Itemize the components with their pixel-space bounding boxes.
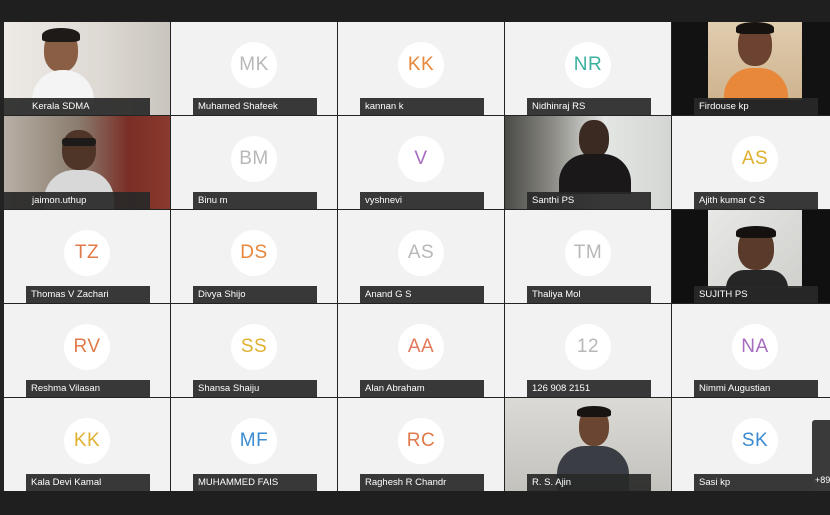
participant-tile[interactable]: KK Kala Devi Kamal	[4, 398, 170, 491]
participant-name: 126 908 2151	[527, 380, 651, 397]
participant-name: Ajith kumar C S	[694, 192, 818, 209]
initials-avatar: RV	[64, 323, 110, 370]
participant-name: R. S. Ajin	[527, 474, 651, 491]
initials-avatar: RC	[398, 417, 444, 464]
participant-name: jaimon.uthup	[4, 192, 150, 209]
person-figure	[32, 28, 94, 104]
participant-tile[interactable]: SS Shansa Shaiju	[171, 304, 337, 397]
participant-name: Thomas V Zachari	[26, 286, 150, 303]
participant-tile[interactable]: KK kannan k	[338, 22, 504, 115]
initials-avatar: AA	[398, 323, 444, 370]
participant-tile[interactable]: 12 126 908 2151	[505, 304, 671, 397]
participant-name: Binu m	[193, 192, 317, 209]
participant-tile[interactable]: AS Ajith kumar C S	[672, 116, 830, 209]
participant-tile[interactable]: NR Nidhinraj RS	[505, 22, 671, 115]
participant-tile[interactable]: V vyshnevi	[338, 116, 504, 209]
initials-avatar: TZ	[64, 229, 110, 276]
participant-name: Firdouse kp	[694, 98, 818, 115]
initials-avatar: V	[398, 135, 444, 182]
participant-tile[interactable]: MF MUHAMMED FAIS	[171, 398, 337, 491]
participant-tile[interactable]: R. S. Ajin	[505, 398, 671, 491]
participant-tile[interactable]: BM Binu m	[171, 116, 337, 209]
participant-tile[interactable]: MK Muhamed Shafeek	[171, 22, 337, 115]
participant-name: Shansa Shaiju	[193, 380, 317, 397]
participant-tile[interactable]: NA Nimmi Augustian	[672, 304, 830, 397]
participant-tile[interactable]: Kerala SDMA	[4, 22, 170, 115]
initials-avatar: MF	[231, 417, 277, 464]
initials-avatar: KK	[398, 41, 444, 88]
participant-name: Kerala SDMA	[4, 98, 150, 115]
initials-avatar: BM	[231, 135, 277, 182]
participant-grid: Kerala SDMA MK Muhamed Shafeek KK kannan…	[4, 22, 830, 491]
initials-avatar: 12	[565, 323, 611, 370]
participant-name: Nidhinraj RS	[527, 98, 651, 115]
participant-name: Raghesh R Chandr	[360, 474, 484, 491]
participant-name: Santhi PS	[527, 192, 651, 209]
initials-avatar: DS	[231, 229, 277, 276]
participant-tile[interactable]: AA Alan Abraham	[338, 304, 504, 397]
initials-avatar: AS	[398, 229, 444, 276]
top-bar	[0, 0, 830, 22]
person-figure	[726, 226, 788, 288]
participant-tile[interactable]: SUJITH PS	[672, 210, 830, 303]
participant-name: Thaliya Mol	[527, 286, 651, 303]
bottom-bar	[0, 491, 830, 515]
participant-tile[interactable]: AS Anand G S	[338, 210, 504, 303]
participant-tile[interactable]: DS Divya Shijo	[171, 210, 337, 303]
person-figure	[559, 120, 631, 194]
initials-avatar: NR	[565, 41, 611, 88]
participant-tile[interactable]: jaimon.uthup	[4, 116, 170, 209]
initials-avatar: NA	[732, 323, 778, 370]
participant-name: vyshnevi	[360, 192, 484, 209]
person-figure	[724, 22, 788, 100]
participant-name: Alan Abraham	[360, 380, 484, 397]
initials-avatar: AS	[732, 135, 778, 182]
participant-name: Divya Shijo	[193, 286, 317, 303]
participant-name: Kala Devi Kamal	[26, 474, 150, 491]
participant-name: Reshma Vilasan	[26, 380, 150, 397]
participant-name: kannan k	[360, 98, 484, 115]
more-participants-count: +89	[815, 475, 830, 485]
participant-tile[interactable]: RC Raghesh R Chandr	[338, 398, 504, 491]
participant-tile[interactable]: SK Sasi kp	[672, 398, 830, 491]
participant-name: Muhamed Shafeek	[193, 98, 317, 115]
initials-avatar: TM	[565, 229, 611, 276]
initials-avatar: KK	[64, 417, 110, 464]
participant-tile[interactable]: TM Thaliya Mol	[505, 210, 671, 303]
participant-name: Sasi kp	[694, 474, 818, 491]
participant-name: SUJITH PS	[694, 286, 818, 303]
participant-name: Anand G S	[360, 286, 484, 303]
initials-avatar: SK	[732, 417, 778, 464]
initials-avatar: SS	[231, 323, 277, 370]
participant-tile[interactable]: TZ Thomas V Zachari	[4, 210, 170, 303]
participant-tile[interactable]: Santhi PS	[505, 116, 671, 209]
participant-tile[interactable]: RV Reshma Vilasan	[4, 304, 170, 397]
participant-name: MUHAMMED FAIS	[193, 474, 317, 491]
more-participants-button[interactable]: +89	[812, 420, 830, 491]
initials-avatar: MK	[231, 41, 277, 88]
participant-tile[interactable]: Firdouse kp	[672, 22, 830, 115]
participant-name: Nimmi Augustian	[694, 380, 818, 397]
